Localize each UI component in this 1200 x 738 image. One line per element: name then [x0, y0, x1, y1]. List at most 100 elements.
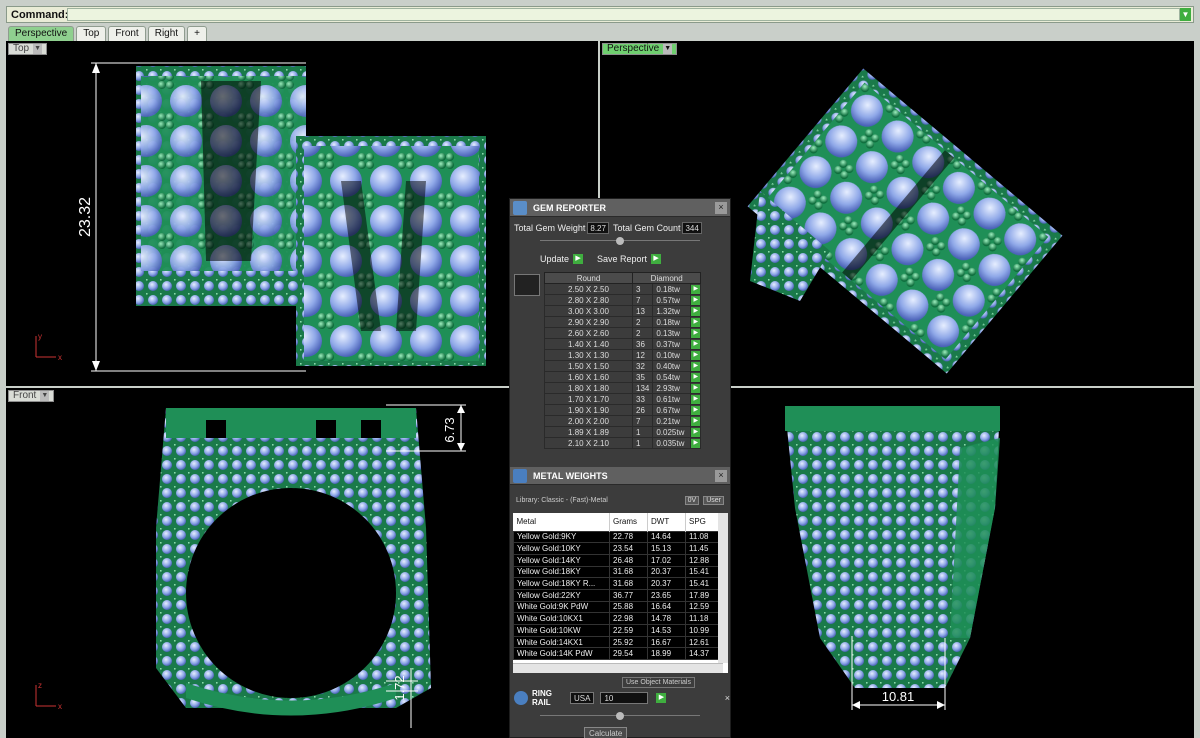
metal-row[interactable]: Yellow Gold:14KY 26.48 17.02 12.88: [513, 553, 723, 567]
add-tab-button[interactable]: +: [187, 26, 207, 41]
metal-row[interactable]: White Gold:9K PdW 25.88 16.64 12.59: [513, 600, 723, 614]
gem-row-go[interactable]: ▶: [690, 283, 702, 295]
gem-weight: 0.54tw: [652, 371, 692, 383]
gem-row: 3.00 X 3.00 13 1.32tw ▶: [544, 305, 702, 317]
ring-size-select[interactable]: 10: [600, 692, 649, 704]
update-button[interactable]: ▶: [573, 254, 584, 264]
play-icon[interactable]: ▶: [691, 284, 701, 294]
play-icon[interactable]: ▶: [691, 427, 701, 437]
play-icon[interactable]: ▶: [691, 339, 701, 349]
metal-library-row: Library: Classic - (Fast)-Metal 0V User: [510, 493, 730, 507]
play-icon[interactable]: ▶: [691, 317, 701, 327]
metal-grams: 25.92: [609, 635, 648, 649]
gem-actions-row: Update ▶ Save Report ▶: [510, 252, 730, 266]
close-icon[interactable]: ×: [715, 469, 727, 482]
gem-size: 1.89 X 1.89: [544, 426, 633, 438]
gem-row-go[interactable]: ▶: [690, 338, 702, 350]
horizontal-scrollbar[interactable]: [513, 663, 723, 673]
metal-row[interactable]: Yellow Gold:9KY 22.78 14.64 11.08: [513, 530, 723, 544]
gem-row-go[interactable]: ▶: [690, 393, 702, 405]
tab-perspective[interactable]: Perspective: [8, 26, 75, 41]
chevron-down-icon[interactable]: ▼: [663, 44, 673, 54]
play-icon[interactable]: ▶: [691, 438, 701, 448]
metal-btn-0v[interactable]: 0V: [684, 495, 700, 505]
play-icon[interactable]: ▶: [691, 306, 701, 316]
play-icon[interactable]: ▶: [691, 405, 701, 415]
total-gem-weight-value: 8.27: [587, 222, 609, 234]
metal-dwt: 14.78: [647, 612, 686, 625]
slider-knob[interactable]: [616, 712, 624, 720]
metal-row[interactable]: White Gold:10KX1 22.98 14.78 11.18: [513, 612, 723, 625]
command-input[interactable]: [67, 8, 1180, 21]
gem-size: 2.80 X 2.80: [544, 294, 633, 306]
metal-grams: 25.88: [609, 600, 648, 614]
gem-row-go[interactable]: ▶: [690, 305, 702, 317]
viewport-label-top[interactable]: Top ▼: [8, 43, 48, 55]
ring-rail-title: RING RAIL: [532, 689, 552, 707]
gem-row-go[interactable]: ▶: [690, 426, 702, 438]
close-icon[interactable]: ×: [715, 201, 727, 214]
tab-front[interactable]: Front: [108, 26, 146, 41]
metal-name: Yellow Gold:10KY: [513, 542, 610, 555]
chevron-down-icon[interactable]: ▼: [40, 391, 50, 401]
viewport-label-perspective[interactable]: Perspective ▼: [602, 43, 678, 55]
slider-knob[interactable]: [616, 237, 624, 245]
gem-row: 2.50 X 2.50 3 0.18tw ▶: [544, 283, 702, 295]
gem-row-go[interactable]: ▶: [690, 360, 702, 372]
metal-row[interactable]: Yellow Gold:18KY 31.68 20.37 15.41: [513, 565, 723, 579]
gem-weight: 0.67tw: [652, 404, 692, 416]
close-icon[interactable]: ×: [725, 693, 730, 703]
gem-row-go[interactable]: ▶: [690, 294, 702, 306]
ring-standard-select[interactable]: USA: [570, 692, 595, 704]
metal-row[interactable]: White Gold:10KW 22.59 14.53 10.99: [513, 624, 723, 637]
metal-btn-user[interactable]: User: [703, 495, 724, 505]
metal-row[interactable]: White Gold:14K PdW 29.54 18.99 14.37: [513, 647, 723, 661]
play-icon[interactable]: ▶: [691, 295, 701, 305]
metal-row[interactable]: Yellow Gold:22KY 36.77 23.65 17.89: [513, 588, 723, 602]
metal-dwt: 14.64: [647, 530, 686, 544]
ring-rail-slider[interactable]: [540, 712, 700, 723]
vertical-scrollbar[interactable]: [718, 513, 728, 663]
gem-row-go[interactable]: ▶: [690, 327, 702, 339]
metal-weights-section: METAL WEIGHTS × Library: Classic - (Fast…: [510, 467, 730, 688]
metal-row[interactable]: Yellow Gold:10KY 23.54 15.13 11.45: [513, 542, 723, 555]
play-icon[interactable]: ▶: [691, 328, 701, 338]
metal-row[interactable]: Yellow Gold:18KY R... 31.68 20.37 15.41: [513, 577, 723, 590]
gem-size: 1.30 X 1.30: [544, 349, 633, 361]
metal-name: Yellow Gold:22KY: [513, 588, 610, 602]
play-icon[interactable]: ▶: [691, 350, 701, 360]
tab-right[interactable]: Right: [147, 26, 186, 41]
calculate-button[interactable]: Calculate: [584, 727, 628, 738]
play-icon[interactable]: ▶: [691, 372, 701, 382]
gem-row: 1.80 X 1.80 134 2.93tw ▶: [544, 382, 702, 394]
gem-count: 1: [631, 437, 654, 449]
use-object-materials-button[interactable]: Use Object Materials: [622, 677, 695, 688]
viewport-label-front[interactable]: Front ▼: [8, 390, 55, 402]
gem-row-go[interactable]: ▶: [690, 316, 702, 328]
play-icon[interactable]: ▶: [691, 383, 701, 393]
chevron-down-icon[interactable]: ▼: [1180, 8, 1191, 21]
gem-row-go[interactable]: ▶: [690, 415, 702, 427]
gem-count: 32: [631, 360, 654, 372]
gem-row-go[interactable]: ▶: [690, 404, 702, 416]
save-report-button[interactable]: ▶: [651, 254, 662, 264]
play-icon[interactable]: ▶: [691, 416, 701, 426]
gem-row-go[interactable]: ▶: [690, 437, 702, 449]
gem-shape-thumbnail: [514, 274, 540, 296]
play-icon[interactable]: ▶: [691, 361, 701, 371]
metal-dwt: 23.65: [647, 588, 686, 602]
metal-col-metal: Metal: [513, 513, 610, 531]
gem-table-container: Round Diamond 2.50 X 2.50 3 0.18tw ▶ 2.80 X …: [514, 272, 730, 449]
gem-row-go[interactable]: ▶: [690, 349, 702, 361]
chevron-down-icon[interactable]: ▼: [33, 44, 43, 54]
metal-row[interactable]: White Gold:14KX1 25.92 16.67 12.61: [513, 635, 723, 649]
ring-rail-go-button[interactable]: ▶: [656, 693, 667, 703]
play-icon[interactable]: ▶: [691, 394, 701, 404]
gem-count: 2: [631, 316, 654, 328]
gem-slider[interactable]: [540, 237, 700, 248]
tab-top[interactable]: Top: [76, 26, 107, 41]
gem-row-go[interactable]: ▶: [690, 371, 702, 383]
front-dimension-top-label: 6.73: [442, 417, 457, 442]
gem-row-go[interactable]: ▶: [690, 382, 702, 394]
metal-table: Metal Grams DWT SPG Yellow Gold:9KY 22.78…: [513, 513, 723, 661]
